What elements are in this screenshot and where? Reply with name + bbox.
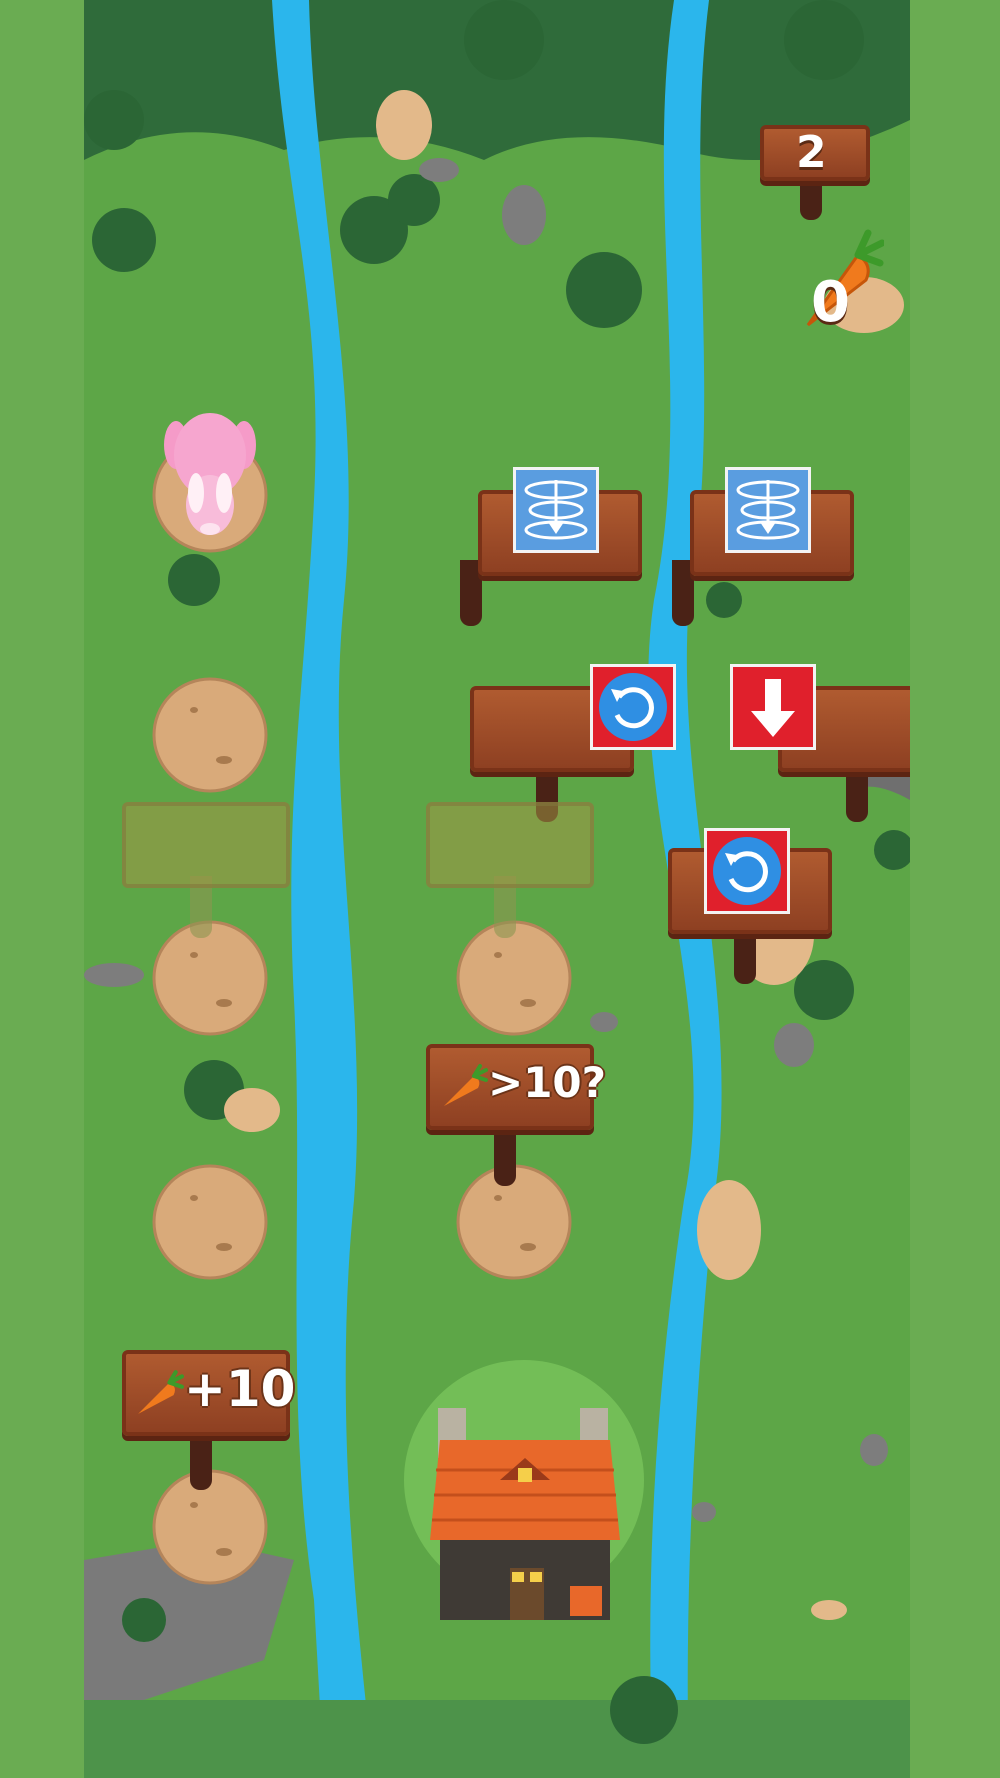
carrot-check-label: >10?	[488, 1058, 607, 1107]
empty-sign-slot	[426, 802, 594, 888]
player-bunny[interactable]	[162, 405, 258, 540]
game-board: 2 0 >10? +10	[84, 0, 910, 1778]
carrot-icon	[138, 1370, 184, 1414]
carrot-count: 0	[811, 270, 850, 335]
carrot-bonus-label: +10	[184, 1360, 296, 1418]
rotate-counterclockwise-icon	[704, 828, 790, 914]
carrot-bonus-sign-post	[190, 1428, 212, 1490]
rotate-counterclockwise-icon	[590, 664, 676, 750]
carrot-icon	[444, 1064, 488, 1106]
house	[430, 1408, 620, 1620]
arrow-down-icon	[730, 664, 816, 750]
level-number: 2	[796, 127, 827, 178]
empty-sign-slot	[122, 802, 290, 888]
vortex-down-icon	[725, 467, 811, 553]
vortex-down-icon	[513, 467, 599, 553]
